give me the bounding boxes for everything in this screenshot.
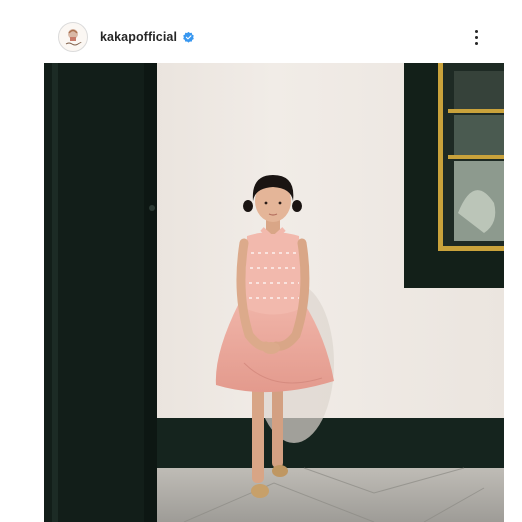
instagram-post: kakapofficial: [0, 0, 522, 522]
more-options-icon[interactable]: [466, 26, 486, 48]
username[interactable]: kakapofficial: [100, 30, 177, 44]
post-photo[interactable]: [44, 63, 504, 522]
photo-girl-pink-dress: [44, 63, 504, 522]
brand-logo-icon: [65, 29, 82, 46]
post-header: kakapofficial: [44, 14, 504, 60]
verified-badge-icon: [183, 31, 194, 43]
avatar[interactable]: [58, 22, 88, 52]
